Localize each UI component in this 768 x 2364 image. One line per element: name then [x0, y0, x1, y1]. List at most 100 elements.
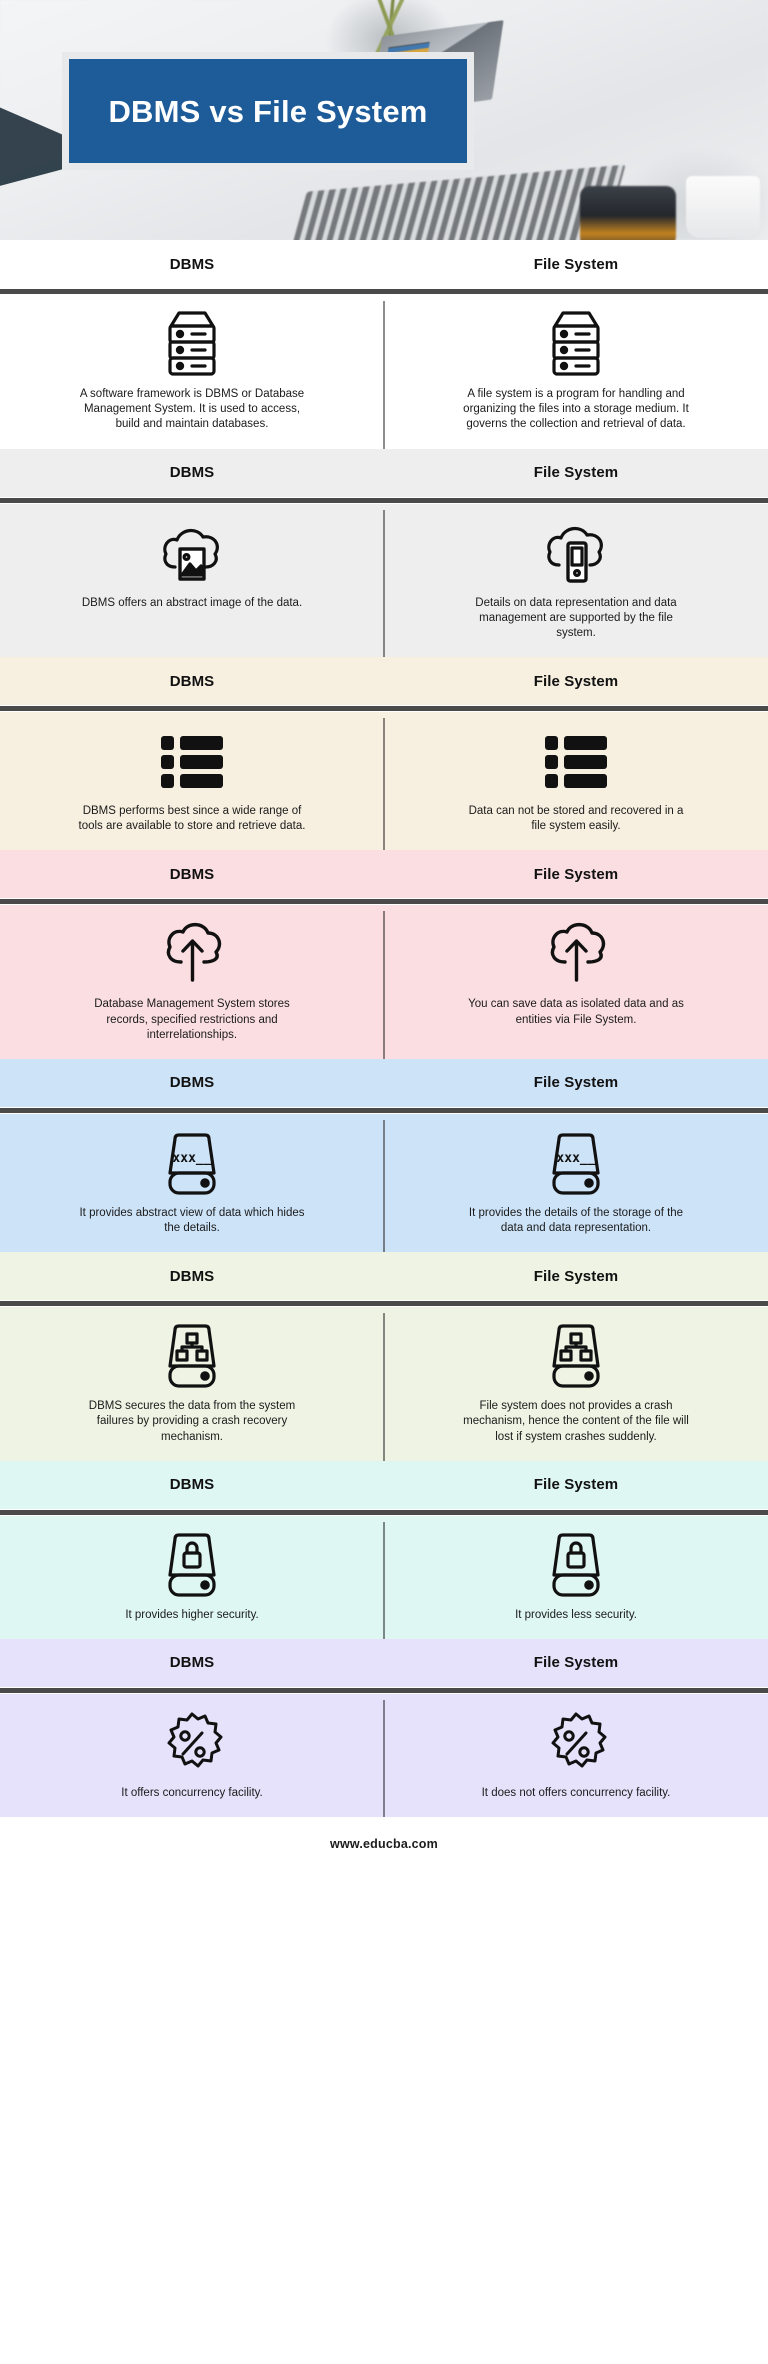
cell-dbms: DBMS offers an abstract image of the dat… — [0, 518, 384, 642]
cell-dbms: It offers concurrency facility. — [0, 1708, 384, 1801]
section-header-row: DBMS File System — [0, 657, 768, 705]
cell-dbms: A software framework is DBMS or Database… — [0, 309, 384, 433]
cell-dbms-text: It provides abstract view of data which … — [79, 1206, 305, 1235]
column-header-file-system: File System — [533, 1654, 619, 1672]
lock-drive-icon — [161, 1530, 223, 1602]
section-divider-rule — [0, 496, 768, 504]
section-divider-rule — [0, 1300, 768, 1308]
cell-file-system-text: Details on data representation and data … — [475, 596, 677, 639]
column-header-dbms: DBMS — [169, 1654, 215, 1672]
column-header-file-system: File System — [533, 672, 619, 690]
title-box: DBMS vs File System — [69, 59, 467, 163]
cell-file-system-text: It provides less security. — [515, 1608, 637, 1621]
cell-file-system-text: Data can not be stored and recovered in … — [468, 805, 684, 833]
cell-dbms: DBMS secures the data from the system fa… — [0, 1321, 384, 1445]
cell-file-system: A file system is a program for handling … — [384, 309, 768, 433]
cloud-upload-icon — [541, 919, 611, 991]
section-divider-rule — [0, 898, 768, 906]
cell-dbms: xxx__ It provides abstract view of data … — [0, 1128, 384, 1236]
title-frame: DBMS vs File System — [62, 52, 474, 170]
section-divider-rule — [0, 1106, 768, 1114]
network-drive-icon — [545, 1321, 607, 1393]
cell-dbms: DBMS performs best since a wide range of… — [0, 726, 384, 834]
comparison-section-1: DBMS File System A software framework is… — [0, 240, 768, 449]
cell-dbms-text: DBMS secures the data from the system fa… — [88, 1400, 296, 1443]
section-body-row: A software framework is DBMS or Database… — [0, 295, 768, 449]
column-header-dbms: DBMS — [169, 1074, 215, 1092]
section-body-row: It offers concurrency facility. It does … — [0, 1694, 768, 1818]
section-body-row: It provides higher security. It provides… — [0, 1516, 768, 1639]
percent-badge-icon — [159, 1708, 225, 1780]
column-header-file-system: File System — [533, 865, 619, 883]
list-icon — [543, 726, 609, 798]
column-divider — [383, 1313, 385, 1461]
comparison-section-4: DBMS File System Database Management Sys… — [0, 850, 768, 1059]
comparison-section-6: DBMS File System DBMS secures the data f… — [0, 1252, 768, 1461]
cell-file-system-text: File system does not provides a crash me… — [463, 1400, 689, 1443]
comparison-section-8: DBMS File System It offers concurrency f… — [0, 1638, 768, 1818]
section-body-row: Database Management System stores record… — [0, 905, 768, 1059]
section-body-row: xxx__ It provides abstract view of data … — [0, 1114, 768, 1253]
password-drive-icon: xxx__ — [545, 1128, 607, 1200]
cell-file-system-text: You can save data as isolated data and a… — [468, 998, 684, 1026]
column-divider — [383, 301, 385, 449]
percent-badge-icon — [543, 1708, 609, 1780]
column-divider — [383, 1521, 385, 1639]
page-title: DBMS vs File System — [108, 93, 428, 129]
cell-file-system: Details on data representation and data … — [384, 518, 768, 642]
footer: www.educba.com — [0, 1817, 768, 1872]
network-drive-icon — [161, 1321, 223, 1393]
column-header-file-system: File System — [533, 1074, 619, 1092]
column-header-file-system: File System — [533, 464, 619, 482]
column-header-dbms: DBMS — [169, 865, 215, 883]
section-header-row: DBMS File System — [0, 1639, 768, 1687]
cloud-image-icon — [157, 518, 227, 590]
cell-dbms-text: It offers concurrency facility. — [121, 1786, 263, 1799]
cell-dbms-text: It provides higher security. — [125, 1608, 259, 1621]
cell-file-system-text: It does not offers concurrency facility. — [481, 1786, 671, 1799]
column-header-dbms: DBMS — [169, 1267, 215, 1285]
section-header-row: DBMS File System — [0, 449, 768, 497]
section-header-row: DBMS File System — [0, 240, 768, 288]
section-divider-rule — [0, 1686, 768, 1694]
lock-drive-icon — [545, 1530, 607, 1602]
column-header-dbms: DBMS — [169, 1476, 215, 1494]
section-divider-rule — [0, 705, 768, 713]
section-header-row: DBMS File System — [0, 1252, 768, 1300]
cell-file-system: File system does not provides a crash me… — [384, 1321, 768, 1445]
column-header-dbms: DBMS — [169, 464, 215, 482]
list-icon — [159, 726, 225, 798]
cell-file-system: It provides less security. — [384, 1530, 768, 1623]
column-header-file-system: File System — [533, 1476, 619, 1494]
cell-dbms-text: DBMS performs best since a wide range of… — [78, 805, 306, 833]
cell-dbms: Database Management System stores record… — [0, 919, 384, 1043]
cell-file-system: It does not offers concurrency facility. — [384, 1708, 768, 1801]
cell-dbms-text: A software framework is DBMS or Database… — [79, 388, 305, 431]
section-header-row: DBMS File System — [0, 850, 768, 898]
section-body-row: DBMS offers an abstract image of the dat… — [0, 504, 768, 658]
footer-url: www.educba.com — [330, 1837, 438, 1852]
cell-file-system: Data can not be stored and recovered in … — [384, 726, 768, 834]
section-header-row: DBMS File System — [0, 1059, 768, 1107]
column-divider — [383, 1119, 385, 1253]
hero-banner: DBMS vs File System — [0, 0, 768, 240]
cloud-upload-icon — [157, 919, 227, 991]
comparison-section-5: DBMS File System xxx__ It provides abstr… — [0, 1058, 768, 1253]
svg-text:xxx__: xxx__ — [172, 1151, 211, 1166]
password-drive-icon: xxx__ — [161, 1128, 223, 1200]
comparison-section-3: DBMS File System DBMS performs best sinc… — [0, 657, 768, 851]
comparison-section-7: DBMS File System It provides higher secu… — [0, 1460, 768, 1639]
cloud-mobile-icon — [541, 518, 611, 590]
cell-dbms-text: DBMS offers an abstract image of the dat… — [81, 596, 303, 609]
column-divider — [383, 1699, 385, 1818]
column-divider — [383, 911, 385, 1059]
cell-dbms-text: Database Management System stores record… — [94, 998, 290, 1041]
column-divider — [383, 718, 385, 851]
column-header-dbms: DBMS — [169, 672, 215, 690]
column-divider — [383, 509, 385, 658]
cell-file-system: You can save data as isolated data and a… — [384, 919, 768, 1043]
section-body-row: DBMS secures the data from the system fa… — [0, 1307, 768, 1461]
comparison-section-2: DBMS File System DBMS offers an abstract… — [0, 448, 768, 658]
column-header-file-system: File System — [533, 255, 619, 273]
cell-dbms: It provides higher security. — [0, 1530, 384, 1623]
